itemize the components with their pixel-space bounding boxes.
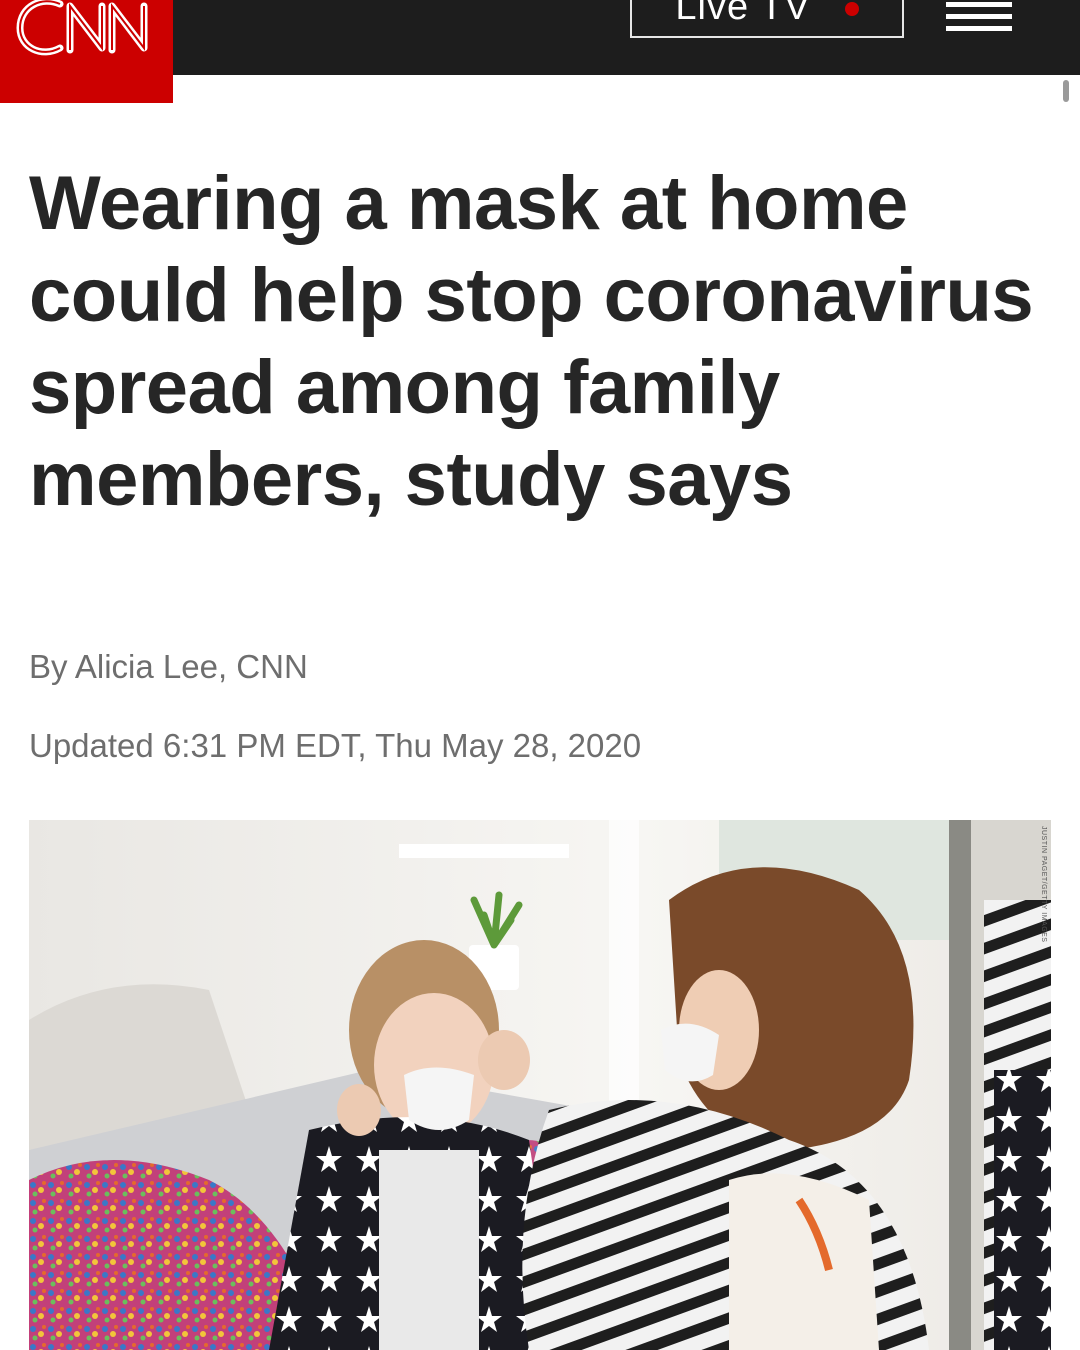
live-tv-button[interactable]: Live TV [630, 0, 904, 38]
menu-line [946, 14, 1012, 19]
menu-line [946, 2, 1012, 7]
menu-line [946, 26, 1012, 31]
article-photo[interactable]: JUSTIN PAGET/GETTY IMAGES [29, 820, 1051, 1350]
scrollbar[interactable] [1063, 80, 1069, 102]
hamburger-menu-icon[interactable] [946, 2, 1012, 32]
live-indicator-dot-icon [844, 2, 859, 16]
cnn-logo-icon [16, 0, 147, 56]
mother-child-mask-image [29, 820, 1051, 1350]
photo-credit: JUSTIN PAGET/GETTY IMAGES [1040, 826, 1047, 943]
live-tv-label: Live TV [675, 0, 811, 28]
article-byline[interactable]: By Alicia Lee, CNN [29, 648, 308, 686]
article-timestamp: Updated 6:31 PM EDT, Thu May 28, 2020 [29, 727, 642, 764]
cnn-logo[interactable] [0, 0, 173, 103]
article-headline: Wearing a mask at home could help stop c… [29, 161, 1034, 522]
